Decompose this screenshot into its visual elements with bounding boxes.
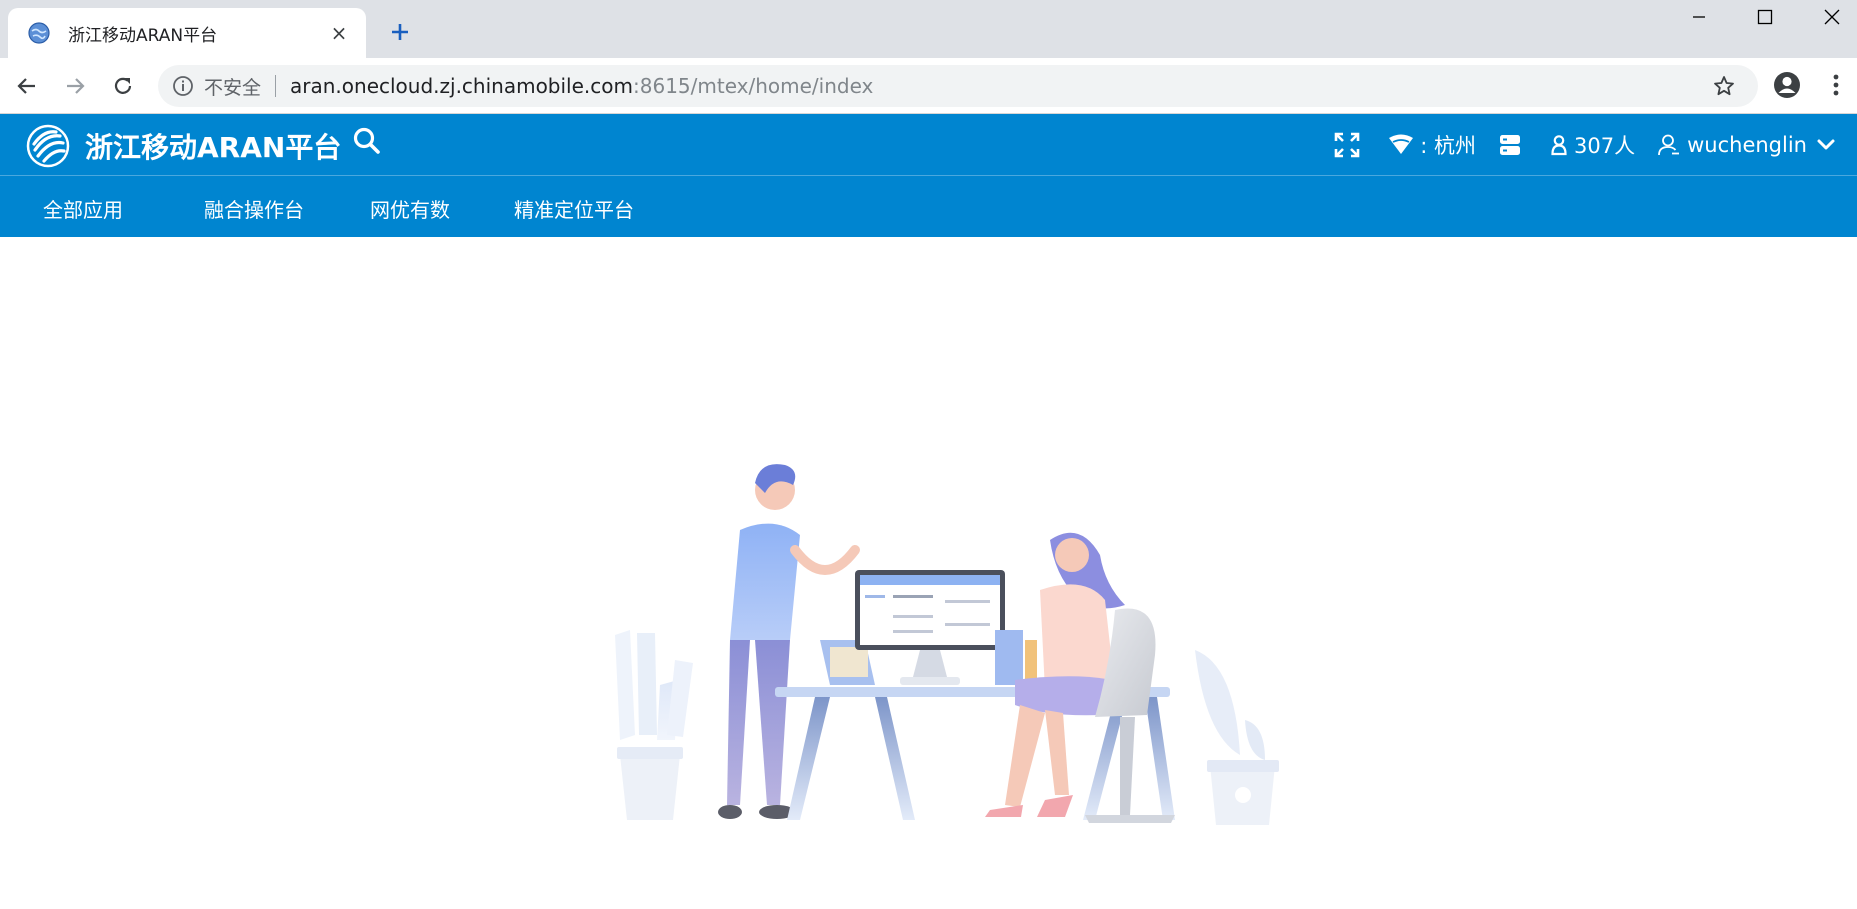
user-count-icon bbox=[1551, 135, 1567, 156]
back-button[interactable] bbox=[12, 71, 42, 101]
wifi-icon bbox=[1389, 134, 1414, 154]
menu-icon[interactable] bbox=[1826, 70, 1846, 100]
security-label: 不安全 bbox=[204, 76, 262, 99]
brand-title: 浙江移动ARAN平台 bbox=[85, 131, 342, 164]
nav-item-console[interactable]: 融合操作台 bbox=[204, 194, 304, 223]
office-illustration bbox=[615, 464, 1279, 825]
forward-icon bbox=[67, 78, 85, 94]
fullscreen-button[interactable] bbox=[1334, 132, 1366, 158]
nav-item-positioning[interactable]: 精准定位平台 bbox=[514, 194, 634, 223]
address-bar[interactable]: 不安全 aran.onecloud.zj.chinamobile.com:861… bbox=[158, 65, 1758, 107]
minimize-button[interactable] bbox=[1666, 0, 1732, 34]
close-icon bbox=[1824, 9, 1840, 25]
online-count: 307人 bbox=[1574, 134, 1636, 158]
main-nav: 全部应用 融合操作台 网优有数 精准定位平台 bbox=[0, 176, 1857, 237]
info-icon[interactable] bbox=[172, 75, 194, 97]
forward-button[interactable] bbox=[60, 71, 90, 101]
globe-icon bbox=[28, 22, 50, 44]
user-icon bbox=[1658, 134, 1680, 156]
nav-item-network-optimization[interactable]: 网优有数 bbox=[370, 194, 450, 223]
region-selector[interactable]: : 杭州 bbox=[1388, 130, 1476, 160]
url-path: :8615/mtex/home/index bbox=[633, 74, 874, 98]
new-tab-icon[interactable] bbox=[386, 18, 414, 46]
url-host: aran.onecloud.zj.chinamobile.com bbox=[290, 74, 633, 98]
nav-item-all-apps[interactable]: 全部应用 bbox=[43, 194, 123, 223]
tab-close-button[interactable]: × bbox=[328, 21, 350, 45]
close-window-button[interactable] bbox=[1799, 0, 1857, 34]
reload-icon bbox=[114, 77, 132, 94]
header-actions: : 杭州 307人 wuchenglin bbox=[1312, 114, 1857, 176]
reload-button[interactable] bbox=[108, 71, 138, 101]
online-users[interactable]: 307人 bbox=[1550, 130, 1635, 160]
profile-icon[interactable] bbox=[1772, 70, 1802, 100]
search-icon[interactable] bbox=[352, 126, 382, 156]
server-button[interactable] bbox=[1498, 133, 1528, 157]
star-icon[interactable] bbox=[1712, 74, 1736, 98]
browser-tab[interactable]: 浙江移动ARAN平台 × bbox=[8, 8, 366, 58]
fullscreen-icon bbox=[1334, 132, 1360, 158]
tab-title: 浙江移动ARAN平台 bbox=[68, 25, 218, 46]
browser-tab-strip: 浙江移动ARAN平台 × bbox=[0, 0, 1857, 58]
back-icon bbox=[17, 78, 35, 94]
minimize-icon bbox=[1693, 16, 1705, 18]
browser-toolbar: 不安全 aran.onecloud.zj.chinamobile.com:861… bbox=[0, 58, 1857, 114]
chevron-down-icon bbox=[1817, 139, 1835, 150]
region-label: : 杭州 bbox=[1420, 134, 1477, 158]
server-icon bbox=[1500, 135, 1521, 155]
maximize-icon bbox=[1757, 9, 1773, 25]
maximize-button[interactable] bbox=[1732, 0, 1798, 34]
user-menu[interactable]: wuchenglin bbox=[1657, 133, 1837, 157]
app-header: 浙江移动ARAN平台 : 杭州 307人 wuchenglin bbox=[0, 114, 1857, 176]
china-mobile-logo bbox=[26, 124, 70, 168]
username: wuchenglin bbox=[1687, 133, 1807, 157]
omnibox-divider bbox=[275, 75, 277, 97]
